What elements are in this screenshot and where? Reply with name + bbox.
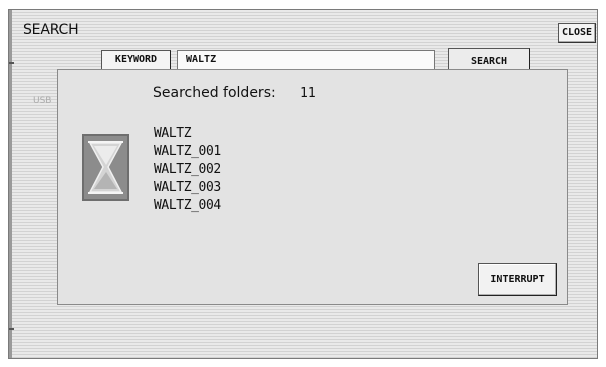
close-button[interactable]: CLOSE [558, 23, 596, 43]
hourglass-icon [82, 134, 129, 201]
keyword-field[interactable]: WALTZ [177, 50, 435, 70]
left-edge-mark [9, 62, 14, 64]
folder-result-item: WALTZ_003 [154, 180, 221, 195]
search-progress-dialog: Searched folders: 11 WALTZ WALTZ_001 WAL… [57, 69, 568, 305]
usb-source-label: USB [33, 96, 52, 106]
folder-results-list: WALTZ WALTZ_001 WALTZ_002 WALTZ_003 WALT… [154, 125, 221, 215]
folder-result-item: WALTZ_004 [154, 198, 221, 213]
interrupt-button[interactable]: INTERRUPT [478, 263, 557, 296]
folder-result-item: WALTZ_002 [154, 162, 221, 177]
screen-title: SEARCH [23, 22, 79, 38]
searched-folders-label: Searched folders: [153, 85, 276, 101]
folder-result-item: WALTZ_001 [154, 144, 221, 159]
folder-result-item: WALTZ [154, 126, 192, 141]
searched-folders-count: 11 [300, 86, 316, 101]
keyword-button[interactable]: KEYWORD [101, 50, 171, 70]
search-screen: SEARCH CLOSE KEYWORD WALTZ SEARCH USB Se… [8, 9, 598, 359]
left-edge-mark [9, 328, 14, 330]
